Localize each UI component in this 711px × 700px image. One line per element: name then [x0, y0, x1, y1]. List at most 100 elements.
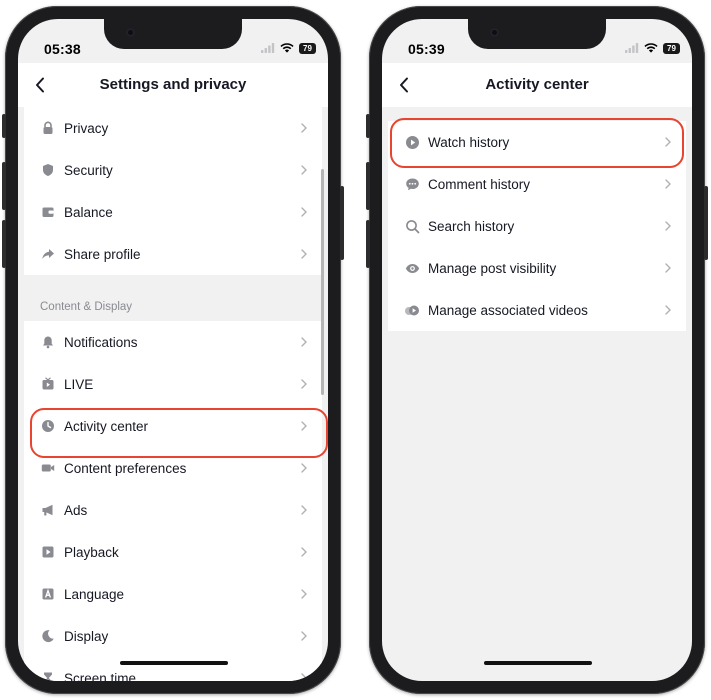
settings-item-notifications[interactable]: Notifications — [24, 321, 322, 363]
wallet-icon — [40, 204, 56, 220]
volume-up-button — [366, 162, 370, 210]
hourglass-icon — [40, 670, 56, 681]
activity-center-list[interactable]: Watch history Comment history Search his… — [382, 107, 692, 681]
chevron-right-icon — [298, 420, 310, 432]
settings-item-share-profile[interactable]: Share profile — [24, 233, 322, 275]
status-time: 05:38 — [44, 41, 81, 57]
moon-icon — [40, 628, 56, 644]
settings-item-label: Notifications — [64, 334, 138, 350]
signal-icon — [261, 43, 275, 53]
section-header-content-display: Content & Display — [24, 275, 322, 321]
settings-item-activity-center[interactable]: Activity center — [24, 405, 322, 447]
volume-down-button — [366, 220, 370, 268]
status-icons: 79 — [625, 41, 680, 55]
search-icon — [404, 218, 420, 234]
nav-bar: Settings and privacy — [18, 63, 328, 107]
settings-item-label: Screen time — [64, 670, 137, 682]
activity-item-label: Manage associated videos — [428, 302, 588, 318]
chevron-right-icon — [298, 462, 310, 474]
settings-item-label: Privacy — [64, 120, 109, 136]
nav-bar: Activity center — [382, 63, 692, 107]
mute-switch — [366, 114, 370, 138]
phone-frame-left: 05:38 79 Settings and privacy Privacy Se… — [2, 6, 344, 694]
video-camera-icon — [40, 460, 56, 476]
chevron-right-icon — [662, 304, 674, 316]
chevron-right-icon — [662, 136, 674, 148]
play-icon — [40, 544, 56, 560]
chevron-right-icon — [662, 178, 674, 190]
language-icon — [40, 586, 56, 602]
content-display-group: Notifications LIVE Activity center Conte… — [24, 321, 322, 681]
screen-settings-and-privacy: 05:38 79 Settings and privacy Privacy Se… — [18, 19, 328, 681]
activity-item-watch-history[interactable]: Watch history — [388, 121, 686, 163]
signal-icon — [625, 43, 639, 53]
settings-item-display[interactable]: Display — [24, 615, 322, 657]
chevron-right-icon — [298, 588, 310, 600]
settings-item-label: Content preferences — [64, 460, 187, 476]
chevron-right-icon — [298, 206, 310, 218]
screen-activity-center: 05:39 79 Activity center Watch history C… — [382, 19, 692, 681]
settings-item-label: LIVE — [64, 376, 94, 392]
notch — [468, 19, 606, 49]
settings-item-ads[interactable]: Ads — [24, 489, 322, 531]
eye-icon — [404, 260, 420, 276]
chevron-right-icon — [298, 672, 310, 681]
activity-item-search-history[interactable]: Search history — [388, 205, 686, 247]
power-button — [340, 186, 344, 260]
settings-item-content-preferences[interactable]: Content preferences — [24, 447, 322, 489]
status-time: 05:39 — [408, 41, 445, 57]
chevron-right-icon — [298, 248, 310, 260]
settings-item-playback[interactable]: Playback — [24, 531, 322, 573]
chevron-right-icon — [298, 378, 310, 390]
page-title: Activity center — [485, 76, 589, 93]
chevron-right-icon — [662, 262, 674, 274]
lock-icon — [40, 120, 56, 136]
chevron-right-icon — [298, 546, 310, 558]
battery-indicator: 79 — [663, 42, 680, 54]
settings-item-security[interactable]: Security — [24, 149, 322, 191]
activity-item-comment-history[interactable]: Comment history — [388, 163, 686, 205]
settings-list[interactable]: Privacy Security Balance Share profile C… — [18, 107, 328, 681]
activity-item-label: Comment history — [428, 176, 531, 192]
front-camera — [490, 28, 499, 37]
activity-item-label: Search history — [428, 218, 515, 234]
power-button — [704, 186, 708, 260]
settings-item-live[interactable]: LIVE — [24, 363, 322, 405]
comment-icon — [404, 176, 420, 192]
clock-icon — [40, 418, 56, 434]
battery-indicator: 79 — [299, 42, 316, 54]
play-circle-icon — [404, 134, 420, 150]
settings-item-label: Share profile — [64, 246, 141, 262]
settings-item-privacy[interactable]: Privacy — [24, 107, 322, 149]
settings-item-label: Activity center — [64, 418, 149, 434]
wifi-icon — [644, 43, 658, 53]
chevron-right-icon — [298, 122, 310, 134]
live-icon — [40, 376, 56, 392]
page-title: Settings and privacy — [99, 76, 247, 93]
notch — [104, 19, 242, 49]
front-camera — [126, 28, 135, 37]
chevron-right-icon — [298, 336, 310, 348]
phone-frame-right: 05:39 79 Activity center Watch history C… — [366, 6, 708, 694]
chevron-right-icon — [662, 220, 674, 232]
settings-item-language[interactable]: Language — [24, 573, 322, 615]
chevron-right-icon — [298, 504, 310, 516]
section-header-label: Content & Display — [40, 301, 133, 313]
share-icon — [40, 246, 56, 262]
activity-item-manage-post-visibility[interactable]: Manage post visibility — [388, 247, 686, 289]
wifi-icon — [280, 43, 294, 53]
scroll-indicator[interactable] — [321, 169, 324, 395]
chevron-right-icon — [298, 164, 310, 176]
settings-item-balance[interactable]: Balance — [24, 191, 322, 233]
settings-item-label: Language — [64, 586, 125, 602]
volume-up-button — [2, 162, 6, 210]
activity-item-manage-associated-videos[interactable]: Manage associated videos — [388, 289, 686, 331]
settings-item-label: Security — [64, 162, 113, 178]
home-indicator[interactable] — [484, 661, 592, 665]
volume-down-button — [2, 220, 6, 268]
home-indicator[interactable] — [120, 661, 228, 665]
account-group: Privacy Security Balance Share profile — [24, 107, 322, 275]
associated-videos-icon — [404, 302, 420, 318]
megaphone-icon — [40, 502, 56, 518]
